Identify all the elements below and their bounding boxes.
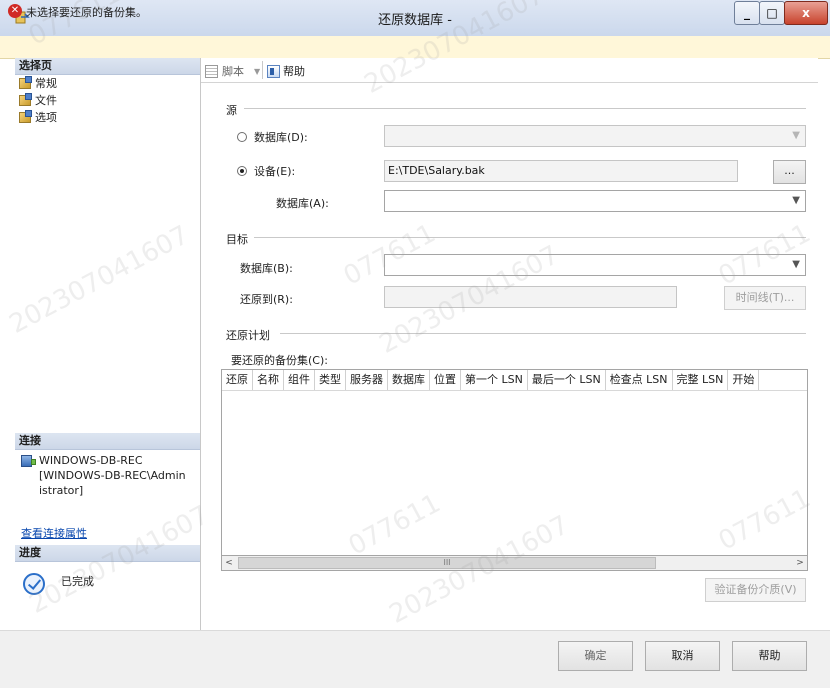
database-radio[interactable]: 数据库(D):: [237, 129, 308, 145]
chevron-down-icon[interactable]: ▼: [254, 67, 260, 76]
column-header[interactable]: 数据库: [388, 370, 430, 390]
connection-line: istrator]: [39, 484, 84, 497]
toolbar-divider: [262, 61, 263, 79]
column-header[interactable]: 第一个 LSN: [461, 370, 528, 390]
maximize-button[interactable]: □: [759, 1, 785, 25]
toolbar-help-label: 帮助: [283, 65, 305, 78]
column-header[interactable]: 服务器: [346, 370, 388, 390]
toolbar-help-button[interactable]: 帮助: [267, 63, 305, 79]
device-path-field[interactable]: E:\TDE\Salary.bak: [384, 160, 738, 182]
help-icon: [267, 64, 280, 78]
device-radio-circle[interactable]: [237, 166, 247, 176]
connection-line: [WINDOWS-DB-REC\Admin: [39, 469, 186, 482]
page-item-label: 文件: [35, 94, 57, 107]
restore-plan-divider: [280, 333, 806, 334]
chevron-down-icon: ▼: [792, 130, 800, 141]
column-header[interactable]: 名称: [253, 370, 284, 390]
scroll-left-button[interactable]: <: [222, 556, 236, 570]
column-header[interactable]: 还原: [222, 370, 253, 390]
close-button[interactable]: x: [784, 1, 828, 25]
page-icon: [19, 110, 32, 123]
progress-status: 已完成: [61, 575, 94, 588]
column-header[interactable]: 类型: [315, 370, 346, 390]
restore-to-label: 还原到(R):: [240, 293, 293, 306]
connection-info: WINDOWS-DB-REC [WINDOWS-DB-REC\Admin ist…: [39, 453, 199, 498]
device-database-label: 数据库(A):: [276, 197, 329, 210]
destination-database-combo[interactable]: ▼: [384, 254, 806, 276]
connection-header: 连接: [15, 433, 200, 450]
verify-backup-media-button[interactable]: 验证备份介质(V): [705, 578, 806, 602]
destination-header: 目标: [226, 233, 248, 246]
connection-server-icon: [21, 455, 36, 467]
column-header[interactable]: 开始: [728, 370, 760, 390]
completed-icon: [23, 573, 45, 595]
cancel-button[interactable]: 取消: [645, 641, 720, 671]
minimize-button[interactable]: _: [734, 1, 760, 25]
destination-divider: [254, 237, 806, 238]
timeline-button[interactable]: 时间线(T)...: [724, 286, 806, 310]
error-message-bar: [0, 36, 830, 59]
error-icon: ✕: [8, 4, 22, 18]
script-button[interactable]: 脚本 ▼: [205, 63, 260, 79]
restore-to-field[interactable]: [384, 286, 677, 308]
page-icon: [19, 93, 32, 106]
restore-plan-header: 还原计划: [226, 329, 270, 342]
backup-sets-label: 要还原的备份集(C):: [231, 354, 328, 367]
source-divider: [244, 108, 806, 109]
scroll-thumb[interactable]: III: [238, 557, 656, 569]
progress-header: 进度: [15, 545, 200, 562]
device-radio-label: 设备(E):: [254, 165, 296, 178]
page-item-files[interactable]: 文件: [15, 92, 200, 109]
device-database-combo[interactable]: ▼: [384, 190, 806, 212]
page-item-label: 选项: [35, 111, 57, 124]
chevron-down-icon: ▼: [792, 259, 800, 270]
script-icon: [205, 64, 218, 78]
column-header[interactable]: 位置: [430, 370, 461, 390]
database-radio-circle[interactable]: [237, 132, 247, 142]
chevron-down-icon: ▼: [792, 195, 800, 206]
help-button[interactable]: 帮助: [732, 641, 807, 671]
page-item-label: 常规: [35, 77, 57, 90]
grid-horizontal-scrollbar[interactable]: < III >: [221, 555, 808, 571]
page-item-options[interactable]: 选项: [15, 109, 200, 126]
ok-button[interactable]: 确定: [558, 641, 633, 671]
grid-header-row: 还原 名称 组件 类型 服务器 数据库 位置 第一个 LSN 最后一个 LSN …: [222, 370, 807, 391]
column-header[interactable]: 组件: [284, 370, 315, 390]
device-radio[interactable]: 设备(E):: [237, 163, 295, 179]
column-header[interactable]: 检查点 LSN: [606, 370, 673, 390]
page-item-general[interactable]: 常规: [15, 75, 200, 92]
source-database-combo[interactable]: ▼: [384, 125, 806, 147]
select-page-header: 选择页: [15, 58, 200, 75]
database-radio-label: 数据库(D):: [254, 131, 308, 144]
error-message-text: 未选择要还原的备份集。: [26, 6, 147, 19]
backup-sets-grid[interactable]: 还原 名称 组件 类型 服务器 数据库 位置 第一个 LSN 最后一个 LSN …: [221, 369, 808, 571]
column-header[interactable]: 完整 LSN: [673, 370, 729, 390]
page-icon: [19, 76, 32, 89]
destination-database-label: 数据库(B):: [240, 262, 293, 275]
script-button-label: 脚本: [222, 65, 244, 78]
browse-device-button[interactable]: ...: [773, 160, 806, 184]
connection-line: WINDOWS-DB-REC: [39, 454, 143, 467]
column-header[interactable]: 最后一个 LSN: [528, 370, 606, 390]
scroll-right-button[interactable]: >: [793, 556, 807, 570]
view-connection-properties-link[interactable]: 查看连接属性: [21, 525, 87, 541]
source-header: 源: [226, 104, 237, 117]
